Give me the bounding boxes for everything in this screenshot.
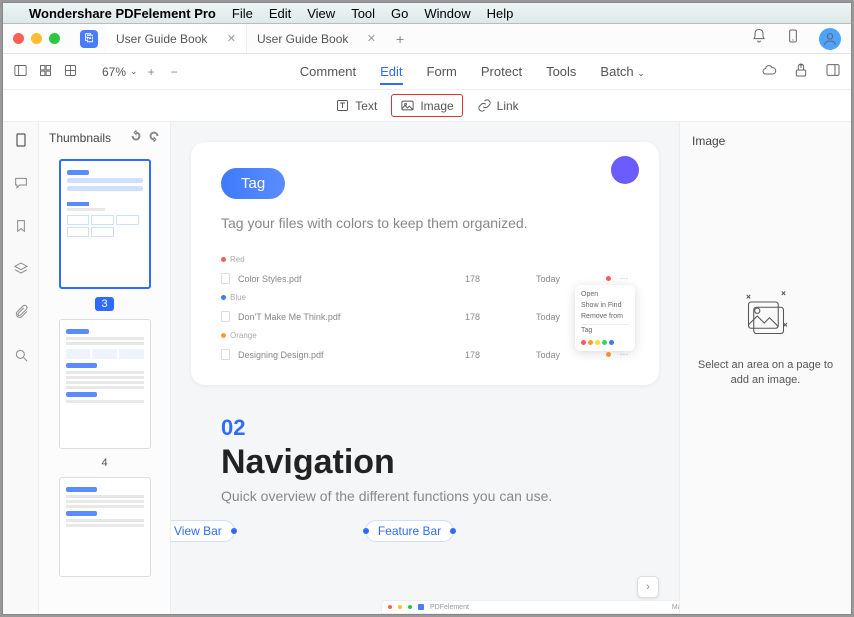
sidebar-toggle-icon[interactable] xyxy=(13,63,28,81)
edit-text-label: Text xyxy=(355,99,377,113)
tag-pill: Tag xyxy=(221,168,285,199)
file-list-illustration: Red Color Styles.pdf178Today⋯ Blue Don'T… xyxy=(221,251,629,365)
edit-link-label: Link xyxy=(497,99,519,113)
zoom-out-button[interactable]: − xyxy=(165,65,184,79)
tag-description: Tag your files with colors to keep them … xyxy=(221,215,629,231)
close-window-button[interactable] xyxy=(13,33,24,44)
minimize-window-button[interactable] xyxy=(31,33,42,44)
new-tab-button[interactable]: + xyxy=(386,31,414,47)
user-avatar[interactable] xyxy=(819,28,841,50)
document-tab-1[interactable]: User Guide Book ✕ xyxy=(106,24,246,53)
tab-title: User Guide Book xyxy=(257,32,348,46)
document-tab-2[interactable]: User Guide Book ✕ xyxy=(246,24,386,53)
edit-link-button[interactable]: Link xyxy=(469,95,527,116)
share-icon[interactable] xyxy=(793,62,809,81)
page-view-icon[interactable] xyxy=(63,63,78,81)
page-number-4: 4 xyxy=(101,457,107,469)
rotate-left-icon[interactable] xyxy=(130,130,142,145)
rail-thumbnails-icon[interactable] xyxy=(13,132,29,153)
close-tab-icon[interactable]: ✕ xyxy=(367,32,376,45)
tool-edit[interactable]: Edit xyxy=(380,64,402,85)
edit-image-button[interactable]: Image xyxy=(391,94,462,117)
app-logo-icon: ⎘ xyxy=(80,30,98,48)
menu-edit[interactable]: Edit xyxy=(269,6,291,21)
thumbnail-page-4[interactable] xyxy=(59,319,151,449)
tab-title: User Guide Book xyxy=(116,32,207,46)
right-panel: Image Select an area on a page to add an… xyxy=(679,122,851,614)
thumbnail-page-5[interactable] xyxy=(59,477,151,577)
thumbnail-page-3[interactable] xyxy=(59,159,151,289)
traffic-lights xyxy=(13,33,60,44)
cloud-icon[interactable] xyxy=(761,62,777,81)
thumbnails-panel: Thumbnails xyxy=(39,122,171,614)
grid-view-icon[interactable] xyxy=(38,63,53,81)
menu-go[interactable]: Go xyxy=(391,6,408,21)
tool-form[interactable]: Form xyxy=(427,64,457,79)
zoom-control: 67% ⌄ + − xyxy=(102,65,184,79)
app-name[interactable]: Wondershare PDFelement Pro xyxy=(29,6,216,21)
menu-tool[interactable]: Tool xyxy=(351,6,375,21)
close-tab-icon[interactable]: ✕ xyxy=(227,32,236,45)
page-content-tag-section: Tag Tag your files with colors to keep t… xyxy=(191,142,659,385)
menu-file[interactable]: File xyxy=(232,6,253,21)
section-badge-icon xyxy=(611,156,639,184)
rotate-right-icon[interactable] xyxy=(148,130,160,145)
thumbnails-title: Thumbnails xyxy=(49,131,111,145)
context-menu-illustration: Open Show in Find Remove from Tag xyxy=(575,285,635,351)
next-page-button[interactable]: › xyxy=(637,576,659,598)
left-rail xyxy=(3,122,39,614)
page-number-3: 3 xyxy=(95,297,113,311)
rail-bookmark-icon[interactable] xyxy=(13,218,29,239)
right-panel-hint: Select an area on a page to add an image… xyxy=(692,358,839,389)
bell-icon[interactable] xyxy=(751,28,767,49)
zoom-window-button[interactable] xyxy=(49,33,60,44)
zoom-in-button[interactable]: + xyxy=(142,65,161,79)
panel-icon[interactable] xyxy=(825,62,841,81)
zoom-value[interactable]: 67% xyxy=(102,65,126,79)
rail-layers-icon[interactable] xyxy=(13,261,29,282)
edit-text-button[interactable]: Text xyxy=(327,95,385,116)
link-icon xyxy=(477,98,492,113)
tool-tools[interactable]: Tools xyxy=(546,64,576,79)
document-canvas[interactable]: Tag Tag your files with colors to keep t… xyxy=(171,122,679,614)
macos-menubar: Wondershare PDFelement Pro File Edit Vie… xyxy=(3,3,851,24)
section-title: Navigation xyxy=(221,443,629,482)
image-icon xyxy=(400,98,415,113)
image-placeholder-icon xyxy=(692,288,839,344)
chip-view-bar: View Bar xyxy=(171,520,235,542)
chip-feature-bar: Feature Bar xyxy=(365,520,454,542)
menu-view[interactable]: View xyxy=(307,6,335,21)
rail-comment-icon[interactable] xyxy=(13,175,29,196)
mini-app-illustration: PDFelement Mac 版 xyxy=(381,600,679,614)
edit-image-label: Image xyxy=(420,99,453,113)
edit-sub-toolbar: Text Image Link xyxy=(3,90,851,122)
page-content-navigation-section: 02 Navigation Quick overview of the diff… xyxy=(191,415,659,542)
tool-comment[interactable]: Comment xyxy=(300,64,356,79)
titlebar: ⎘ User Guide Book ✕ User Guide Book ✕ + xyxy=(3,24,851,54)
chevron-down-icon: ⌄ xyxy=(637,68,645,78)
tool-protect[interactable]: Protect xyxy=(481,64,522,79)
main-toolbar: 67% ⌄ + − Comment Edit Form Protect Tool… xyxy=(3,54,851,90)
menu-help[interactable]: Help xyxy=(487,6,514,21)
menu-window[interactable]: Window xyxy=(424,6,470,21)
rail-search-icon[interactable] xyxy=(13,347,29,368)
zoom-dropdown-icon[interactable]: ⌄ xyxy=(130,66,138,77)
text-icon xyxy=(335,98,350,113)
rail-attachment-icon[interactable] xyxy=(13,304,29,325)
mobile-icon[interactable] xyxy=(785,28,801,49)
section-description: Quick overview of the different function… xyxy=(221,488,629,504)
tool-batch[interactable]: Batch ⌄ xyxy=(600,64,644,79)
right-panel-title: Image xyxy=(692,134,839,148)
section-number: 02 xyxy=(221,415,629,441)
